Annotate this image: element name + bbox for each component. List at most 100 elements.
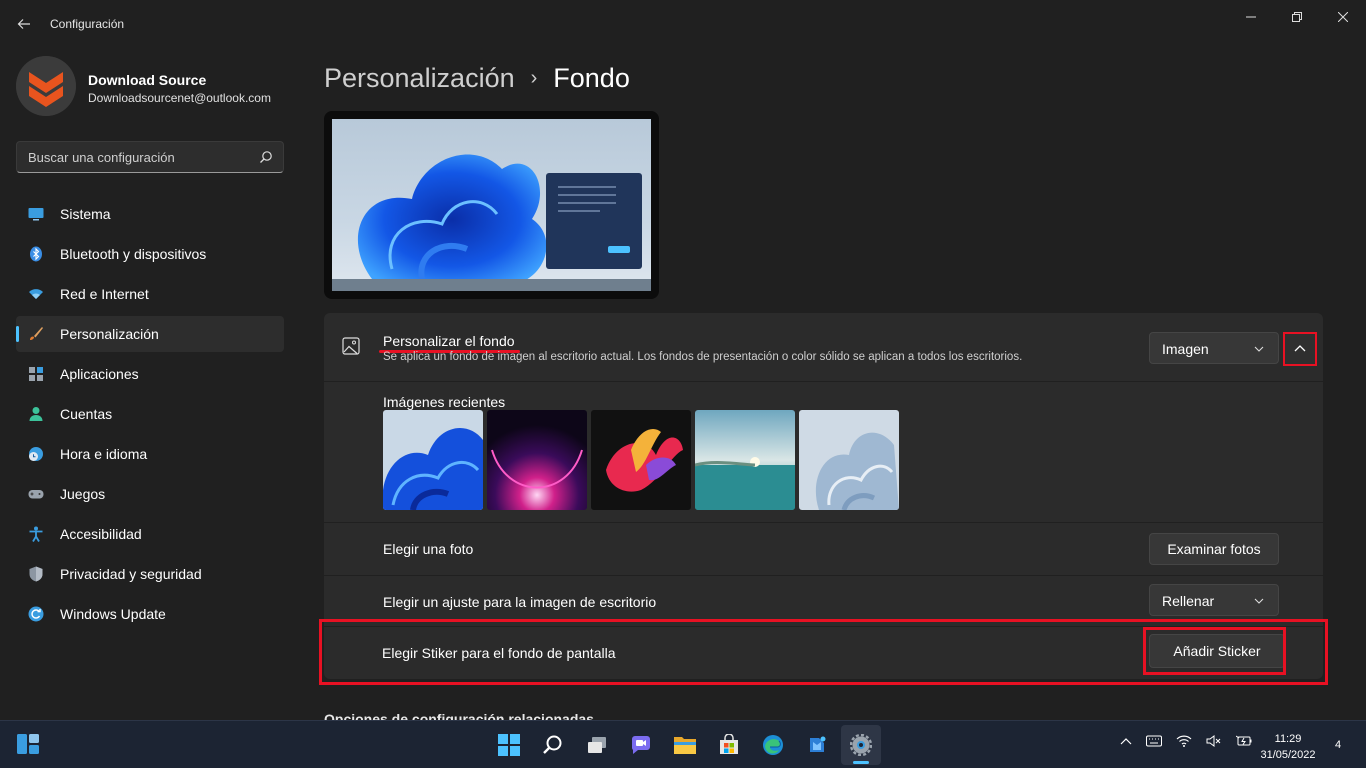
avatar	[16, 56, 76, 116]
recent-images-label: Imágenes recientes	[383, 394, 506, 410]
back-button[interactable]	[12, 12, 36, 36]
breadcrumb-parent[interactable]: Personalización	[324, 63, 515, 94]
thumbnail-graphic	[487, 410, 587, 510]
recent-image-purple-glow[interactable]	[487, 410, 587, 510]
minimize-button[interactable]	[1228, 0, 1274, 34]
file-explorer-button[interactable]	[665, 725, 705, 765]
person-icon	[29, 407, 43, 421]
recent-image-lake-sunrise[interactable]	[695, 410, 795, 510]
sidebar-item-label: Privacidad y seguridad	[60, 566, 202, 582]
notification-count[interactable]: 4	[1335, 739, 1341, 751]
sidebar-item-privacidad[interactable]: Privacidad y seguridad	[16, 556, 284, 592]
chevron-down-icon	[1254, 346, 1264, 352]
task-view-icon	[588, 737, 606, 753]
sidebar-item-hora[interactable]: Hora e idioma	[16, 436, 284, 472]
volume-muted-icon[interactable]	[1206, 735, 1222, 747]
accessibility-icon	[29, 526, 43, 542]
store-icon	[720, 734, 738, 754]
thumbnail-graphic	[591, 410, 691, 510]
chevron-up-icon	[1294, 345, 1306, 352]
background-type-dropdown[interactable]: Imagen	[1149, 332, 1279, 364]
chevron-down-icon	[1254, 598, 1264, 604]
sidebar-item-juegos[interactable]: Juegos	[16, 476, 284, 512]
sidebar-item-windows-update[interactable]: Windows Update	[16, 596, 284, 632]
sidebar-item-aplicaciones[interactable]: Aplicaciones	[16, 356, 284, 392]
recent-image-colorful-flow[interactable]	[591, 410, 691, 510]
task-view-button[interactable]	[577, 725, 617, 765]
sidebar-item-label: Bluetooth y dispositivos	[60, 246, 207, 262]
clock-time: 11:29	[1274, 733, 1302, 745]
recent-images-section: Imágenes recientes	[324, 382, 1323, 522]
wifi-icon[interactable]	[1176, 735, 1192, 747]
settings-button[interactable]	[841, 725, 881, 765]
monitor-icon	[28, 208, 44, 221]
sidebar-item-label: Cuentas	[60, 406, 113, 422]
windows-start-icon	[498, 734, 520, 756]
preview-window-graphic	[546, 173, 642, 269]
sidebar-item-label: Aplicaciones	[60, 366, 139, 382]
battery-charging-icon[interactable]	[1236, 735, 1252, 747]
breadcrumb-separator: ›	[530, 66, 538, 89]
sidebar-item-accesibilidad[interactable]: Accesibilidad	[16, 516, 284, 552]
thumbnail-graphic	[695, 410, 795, 510]
taskbar: 11:29 31/05/2022 4	[0, 720, 1366, 768]
widgets-button[interactable]	[16, 733, 40, 760]
teams-app-icon	[810, 736, 826, 752]
chevron-up-icon[interactable]	[1120, 737, 1132, 745]
sidebar-item-sistema[interactable]: Sistema	[16, 196, 284, 232]
wifi-icon	[29, 289, 43, 299]
choose-photo-label: Elegir una foto	[383, 541, 474, 557]
sidebar-item-label: Hora e idioma	[60, 446, 148, 462]
file-explorer-icon	[674, 737, 696, 754]
chat-button[interactable]	[621, 725, 661, 765]
widgets-icon	[17, 734, 39, 754]
sidebar-item-label: Personalización	[60, 326, 159, 342]
start-button[interactable]	[489, 725, 529, 765]
sidebar-item-red[interactable]: Red e Internet	[16, 276, 284, 312]
background-description: Se aplica un fondo de imagen al escritor…	[383, 351, 1023, 363]
background-type-value: Imagen	[1162, 341, 1209, 357]
restore-button[interactable]	[1274, 0, 1320, 34]
sidebar-item-personalizacion[interactable]: Personalización	[16, 316, 284, 352]
sidebar-item-label: Juegos	[60, 486, 106, 502]
edge-button[interactable]	[753, 725, 793, 765]
download-source-logo-icon	[16, 56, 76, 116]
close-button[interactable]	[1320, 0, 1366, 34]
restore-icon	[1292, 12, 1302, 22]
store-button[interactable]	[709, 725, 749, 765]
shield-icon	[29, 566, 43, 582]
choose-photo-row: Elegir una foto Examinar fotos	[324, 523, 1323, 575]
system-tray	[1120, 735, 1252, 747]
taskbar-clock[interactable]: 11:29 31/05/2022	[1252, 731, 1324, 763]
preview-window-lines	[558, 186, 630, 253]
thumbnail-graphic	[383, 410, 483, 510]
edge-icon	[763, 735, 783, 755]
recent-image-bloom-blue[interactable]	[383, 410, 483, 510]
recent-images-list	[383, 410, 899, 510]
sidebar-item-label: Accesibilidad	[60, 526, 142, 542]
minimize-icon	[1246, 16, 1256, 18]
sidebar-item-cuentas[interactable]: Cuentas	[16, 396, 284, 432]
recent-image-light-bloom[interactable]	[799, 410, 899, 510]
browse-photos-button[interactable]: Examinar fotos	[1149, 533, 1279, 565]
sidebar-item-label: Sistema	[60, 206, 111, 222]
fit-dropdown[interactable]: Rellenar	[1149, 584, 1279, 616]
profile-email: Downloadsourcenet@outlook.com	[88, 91, 271, 105]
profile-name: Download Source	[88, 72, 207, 88]
wallpaper-preview-image	[332, 119, 651, 291]
apps-icon	[29, 367, 43, 381]
taskbar-search-button[interactable]	[533, 725, 573, 765]
background-type-row: Personalizar el fondo Se aplica un fondo…	[324, 313, 1323, 381]
image-icon	[342, 337, 360, 355]
globe-clock-icon	[29, 447, 43, 461]
sidebar-item-bluetooth[interactable]: Bluetooth y dispositivos	[16, 236, 284, 272]
collapse-button[interactable]	[1283, 332, 1317, 366]
breadcrumb: Personalización › Fondo	[324, 58, 630, 98]
thumbnail-graphic	[799, 410, 899, 510]
sidebar-item-label: Windows Update	[60, 606, 166, 622]
keyboard-icon[interactable]	[1146, 735, 1162, 747]
user-profile[interactable]: Download Source Downloadsourcenet@outloo…	[16, 56, 286, 120]
app-title: Configuración	[50, 17, 125, 31]
teams-app-button[interactable]	[797, 725, 837, 765]
search-input[interactable]: Buscar una configuración	[16, 141, 284, 173]
